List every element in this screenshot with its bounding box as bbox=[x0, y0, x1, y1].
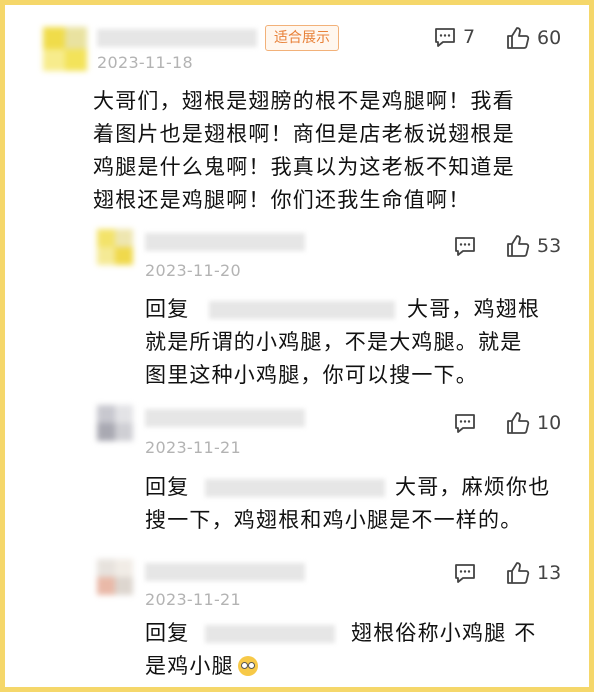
rolling-eyes-emoji-icon bbox=[237, 656, 258, 676]
mentioned-user-blurred[interactable] bbox=[205, 625, 335, 643]
mentioned-user-blurred[interactable] bbox=[209, 301, 395, 319]
comment-line: 着图片也是翅根啊！商但是店老板说翅根是 bbox=[93, 122, 515, 146]
comment-text: 大哥们，翅根是翅膀的根不是鸡腿啊！我看 着图片也是翅根啊！商但是店老板说翅根是 … bbox=[93, 85, 573, 217]
avatar[interactable] bbox=[97, 405, 133, 441]
reply-count-button[interactable]: 7 bbox=[433, 25, 475, 49]
comment-icon bbox=[455, 414, 475, 433]
reply-first-line: 回复 大哥，鸡翅根 bbox=[145, 293, 575, 326]
reply-prefix: 回复 bbox=[145, 621, 190, 645]
comment-icon bbox=[455, 237, 475, 256]
thumbs-up-icon bbox=[507, 562, 530, 584]
reply-date: 2023-11-21 bbox=[145, 590, 241, 609]
reply-date: 2023-11-20 bbox=[145, 261, 241, 280]
thumbs-up-icon bbox=[507, 235, 530, 257]
comment-line: 大哥们，翅根是翅膀的根不是鸡腿啊！我看 bbox=[93, 89, 515, 113]
reply-line: 就是所谓的小鸡腿，不是大鸡腿。就是 bbox=[145, 330, 523, 354]
username-blurred[interactable] bbox=[145, 409, 305, 427]
username-blurred[interactable] bbox=[145, 233, 305, 251]
like-count: 60 bbox=[537, 27, 562, 49]
reply-text: 回复 大哥，鸡翅根 就是所谓的小鸡腿，不是大鸡腿。就是 图里这种小鸡腿，你可以搜… bbox=[145, 293, 575, 392]
reply-line-text: 是鸡小腿 bbox=[145, 654, 234, 678]
comment-date: 2023-11-18 bbox=[97, 53, 193, 72]
username-blurred[interactable] bbox=[97, 29, 257, 47]
username-blurred[interactable] bbox=[145, 563, 305, 581]
comment-icon bbox=[455, 564, 475, 583]
comment-icon bbox=[435, 28, 455, 47]
reply-button[interactable] bbox=[453, 561, 477, 585]
reply-first-line: 回复 翅根俗称小鸡腿 不 bbox=[145, 617, 575, 650]
yellow-frame: 适合展示 2023-11-18 7 60 大哥们，翅根是翅膀的根不是鸡腿啊！我看… bbox=[0, 0, 594, 692]
thumbs-up-icon bbox=[507, 412, 530, 434]
avatar[interactable] bbox=[43, 27, 87, 71]
avatar[interactable] bbox=[97, 229, 133, 265]
thumbs-up-icon bbox=[507, 27, 530, 49]
reply-text: 回复 大哥，麻烦你也 搜一下，鸡翅根和鸡小腿是不一样的。 bbox=[145, 471, 575, 537]
reply-line-suffix: 翅根俗称小鸡腿 不 bbox=[351, 621, 537, 645]
comment-line: 翅根还是鸡腿啊！你们还我生命值啊！ bbox=[93, 188, 471, 212]
like-count: 10 bbox=[537, 412, 562, 434]
like-count: 13 bbox=[537, 562, 562, 584]
reply-line: 搜一下，鸡翅根和鸡小腿是不一样的。 bbox=[145, 508, 523, 532]
reply-line: 是鸡小腿 bbox=[145, 650, 575, 683]
reply-date: 2023-11-21 bbox=[145, 438, 241, 457]
reply-line-suffix: 大哥，麻烦你也 bbox=[395, 475, 551, 499]
comment-line: 鸡腿是什么鬼啊！我真以为这老板不知道是 bbox=[93, 155, 515, 179]
like-button[interactable]: 60 bbox=[505, 25, 561, 51]
like-button[interactable]: 53 bbox=[505, 233, 561, 259]
like-count: 53 bbox=[537, 235, 562, 257]
comment-card: 适合展示 2023-11-18 7 60 大哥们，翅根是翅膀的根不是鸡腿啊！我看… bbox=[5, 5, 589, 687]
reply-text: 回复 翅根俗称小鸡腿 不 是鸡小腿 bbox=[145, 617, 575, 683]
reply-prefix: 回复 bbox=[145, 475, 190, 499]
reply-prefix: 回复 bbox=[145, 297, 190, 321]
avatar[interactable] bbox=[97, 559, 133, 595]
like-button[interactable]: 10 bbox=[505, 410, 561, 436]
reply-first-line: 回复 大哥，麻烦你也 bbox=[145, 471, 575, 504]
featured-badge: 适合展示 bbox=[265, 25, 339, 51]
reply-button[interactable] bbox=[453, 234, 477, 258]
reply-line-suffix: 大哥，鸡翅根 bbox=[407, 297, 541, 321]
like-button[interactable]: 13 bbox=[505, 560, 561, 586]
reply-count: 7 bbox=[463, 26, 476, 48]
reply-button[interactable] bbox=[453, 411, 477, 435]
mentioned-user-blurred[interactable] bbox=[205, 479, 385, 497]
reply-line: 图里这种小鸡腿，你可以搜一下。 bbox=[145, 363, 478, 387]
